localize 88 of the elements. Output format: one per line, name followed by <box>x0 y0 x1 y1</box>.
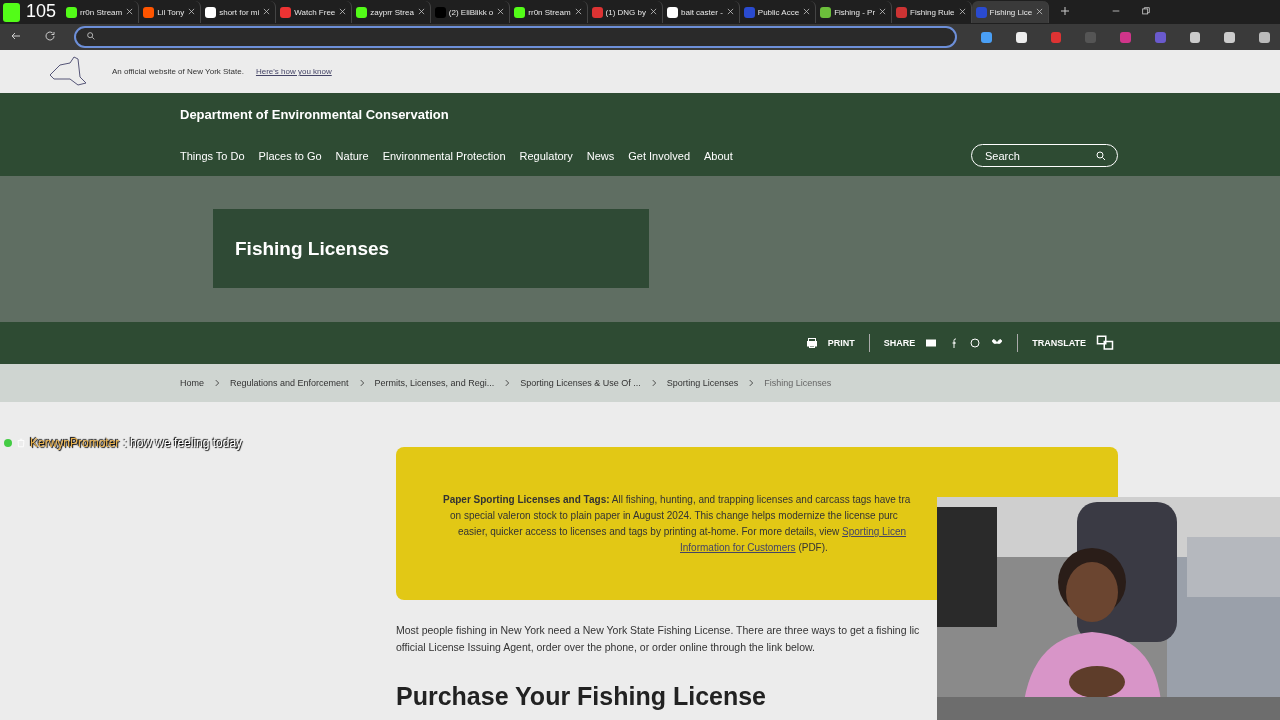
chevron-right-icon <box>212 378 222 388</box>
translate-link[interactable]: TRANSLATE <box>1032 338 1086 348</box>
chat-message: : how we feeling today <box>123 436 243 450</box>
close-icon <box>187 6 197 16</box>
nav-link[interactable]: Regulatory <box>519 149 573 162</box>
intro-text: Most people fishing in New York need a New York State Fishing License. There are three ways to get a fishing lic <box>396 623 921 638</box>
pdf-link[interactable]: Information for Customers <box>680 542 796 553</box>
nav-link[interactable]: Nature <box>335 149 369 162</box>
browser-tab[interactable]: Fishing Rule <box>892 1 972 23</box>
extension-icon[interactable] <box>1189 31 1201 43</box>
browser-tab[interactable]: Public Acce <box>739 1 817 23</box>
share-label: SHARE <box>883 338 916 348</box>
close-icon <box>957 6 967 16</box>
how-you-know-link[interactable]: Here's how you know <box>255 67 332 76</box>
favicon-icon <box>280 6 292 18</box>
browser-tab[interactable]: zayprr Strea <box>352 1 431 23</box>
close-icon <box>878 6 888 16</box>
favicon-icon <box>356 6 368 18</box>
mail-icon <box>925 337 938 349</box>
close-icon <box>649 6 658 16</box>
plus-icon <box>1059 5 1072 17</box>
browser-tab[interactable]: bait caster - <box>663 1 740 23</box>
search-icon <box>86 31 96 41</box>
check-badge-icon <box>4 439 12 447</box>
favicon-icon <box>66 6 77 18</box>
breadcrumb-link[interactable]: Sporting Licenses <box>666 378 739 388</box>
breadcrumb-link[interactable]: Home <box>180 378 204 388</box>
favicon-icon <box>743 6 755 18</box>
favicon-icon <box>667 6 678 18</box>
notice-text: Paper Sporting Licenses and Tags: All fishing, hunting, and trapping licenses and carcass tags have tra <box>442 493 912 507</box>
close-icon <box>338 6 348 16</box>
favicon-icon <box>205 6 217 18</box>
browser-tab[interactable]: Fishing Lice <box>971 1 1050 23</box>
close-icon <box>1035 6 1045 16</box>
nav-link[interactable]: Places to Go <box>258 149 322 162</box>
breadcrumb-link[interactable]: Fishing Licenses <box>764 378 832 388</box>
browser-tab[interactable]: (1) DNG by <box>587 1 663 23</box>
restore-icon <box>1141 6 1152 16</box>
browser-tab[interactable]: (2) EliBlikk o <box>430 1 511 23</box>
close-icon <box>496 6 506 16</box>
favicon-icon <box>896 6 908 18</box>
close-icon <box>262 6 272 16</box>
kick-logo-icon <box>3 3 20 22</box>
close-icon <box>573 6 583 16</box>
favicon-icon <box>591 6 603 18</box>
translate-icon <box>1096 334 1114 352</box>
browser-tab[interactable]: Fishing - Pr <box>816 1 893 23</box>
extension-icon[interactable] <box>1224 31 1236 43</box>
nav-link[interactable]: Things To Do <box>180 149 245 162</box>
browser-tab[interactable]: Lil Tony <box>139 1 202 23</box>
favicon-icon <box>514 6 526 18</box>
search-icon <box>1095 149 1107 162</box>
favicon-icon <box>820 6 832 18</box>
threads-icon <box>969 337 982 349</box>
printer-icon <box>805 337 818 349</box>
browser-tab[interactable]: Watch Free <box>276 1 353 23</box>
print-link[interactable]: PRINT <box>827 338 855 348</box>
favicon-icon <box>143 6 155 18</box>
browser-tab[interactable]: rr0n Stream <box>510 1 588 23</box>
extension-icon[interactable] <box>1259 31 1270 43</box>
intro-text: official License Issuing Agent, order over the phone, or order online through the link below. <box>396 640 816 655</box>
browser-tab[interactable]: short for mi <box>201 1 277 23</box>
official-site-text: An official website of New York State. <box>112 67 244 76</box>
nav-link[interactable]: News <box>586 149 615 162</box>
reload-icon <box>44 30 56 42</box>
breadcrumb-link[interactable]: Permits, Licenses, and Regi... <box>374 378 495 388</box>
nav-link[interactable]: About <box>704 149 733 162</box>
nav-link[interactable]: Get Involved <box>628 149 690 162</box>
close-icon <box>125 6 135 16</box>
close-icon <box>725 6 735 16</box>
nav-link[interactable]: Environmental Protection <box>382 149 506 162</box>
chat-username: KerwynPromoter <box>30 436 120 450</box>
favicon-icon <box>434 6 446 18</box>
extension-icon[interactable] <box>981 31 992 43</box>
back-arrow-icon <box>10 30 22 42</box>
notice-text: on special valeron stock to plain paper in August 2024. This change helps modernize the license purc <box>449 509 899 523</box>
close-icon <box>802 6 812 16</box>
close-icon <box>416 6 426 16</box>
breadcrumb-link[interactable]: Sporting Licenses & Use Of ... <box>520 378 641 388</box>
favicon-icon <box>975 6 987 18</box>
section-heading: Purchase Your Fishing License <box>396 682 768 711</box>
page-title: Fishing Licenses <box>213 209 649 288</box>
extension-icon[interactable] <box>1015 31 1027 43</box>
site-title: Department of Environmental Conservation <box>180 107 450 122</box>
address-field[interactable] <box>74 26 958 48</box>
pdf-link[interactable]: Sporting Licen <box>842 526 906 537</box>
breadcrumb-link[interactable]: Regulations and Enforcement <box>230 378 349 388</box>
browser-tab[interactable]: rr0n Stream <box>62 1 140 23</box>
